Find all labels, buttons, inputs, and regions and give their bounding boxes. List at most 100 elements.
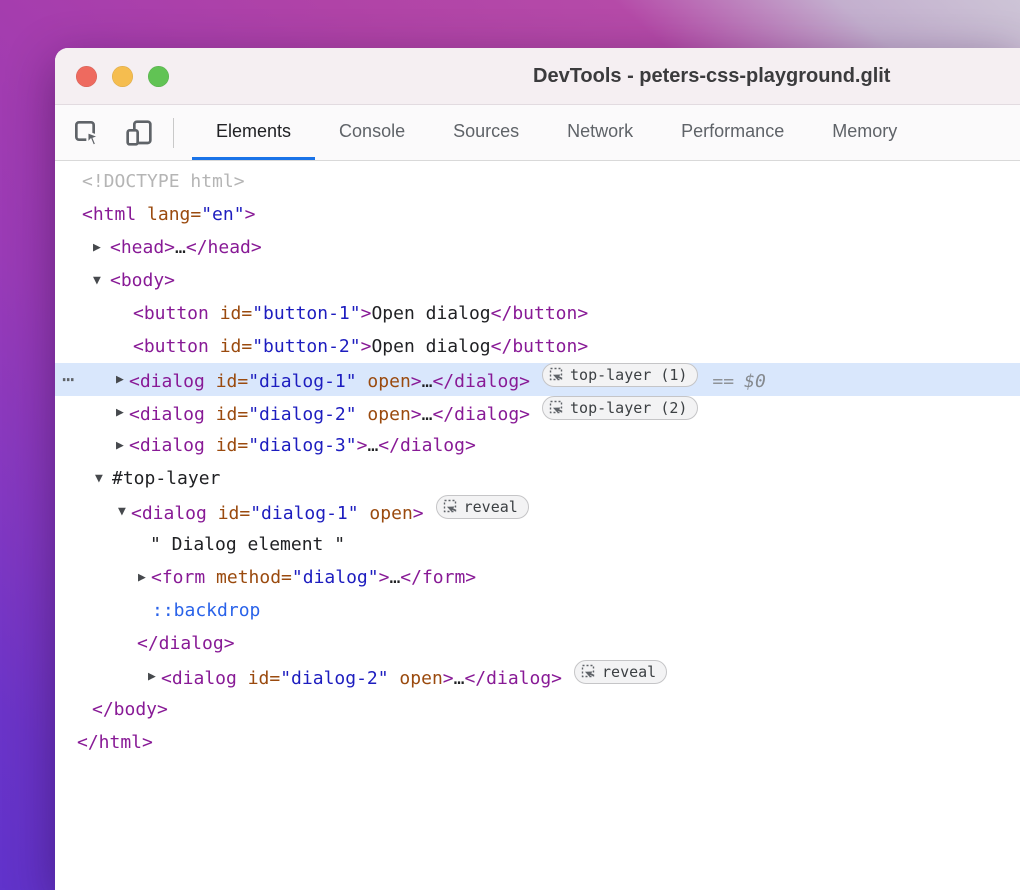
code-segment: "button-1": [252, 303, 360, 324]
code-segment: id=: [216, 404, 249, 425]
code-segment: >: [245, 204, 256, 225]
row-dialog-1-close[interactable]: </dialog>: [55, 627, 1020, 660]
row-form[interactable]: ▶<form method="dialog">…</form>: [55, 561, 1020, 594]
code-segment: </dialog>: [432, 404, 530, 425]
row-dialog-3[interactable]: ▶<dialog id="dialog-3">…</dialog>: [55, 429, 1020, 462]
close-button[interactable]: [76, 66, 97, 87]
code-segment: id=: [216, 371, 249, 392]
minimize-button[interactable]: [112, 66, 133, 87]
code-segment: </dialog>: [378, 435, 476, 456]
more-actions-icon[interactable]: ⋯: [62, 363, 73, 396]
row-button-1[interactable]: <button id="button-1">Open dialog</butto…: [55, 297, 1020, 330]
row-html-close[interactable]: </html>: [55, 726, 1020, 759]
code-segment: <dialog: [161, 668, 248, 689]
code-segment: >: [411, 371, 422, 392]
expand-arrow-icon[interactable]: ▶: [116, 396, 124, 429]
collapse-arrow-icon[interactable]: ▼: [118, 495, 126, 528]
reveal-icon: [580, 663, 598, 681]
code-segment: <dialog: [129, 371, 216, 392]
expand-arrow-icon[interactable]: ▶: [116, 429, 124, 462]
code-segment: method=: [216, 567, 292, 588]
code-segment: </dialog>: [137, 633, 235, 654]
row-toplayer-dialog-1[interactable]: ▼<dialog id="dialog-1" open>reveal: [55, 495, 1020, 528]
row-html-open[interactable]: <html lang="en">: [55, 198, 1020, 231]
code-segment: …: [175, 237, 186, 258]
collapse-arrow-icon[interactable]: ▼: [93, 264, 101, 297]
zoom-button[interactable]: [148, 66, 169, 87]
code-segment: <!DOCTYPE html>: [82, 171, 245, 192]
row-body-open[interactable]: ▼<body>: [55, 264, 1020, 297]
code-segment: …: [422, 371, 433, 392]
code-segment: …: [422, 404, 433, 425]
expand-arrow-icon[interactable]: ▶: [138, 561, 146, 594]
code-segment: <html: [82, 204, 147, 225]
collapse-arrow-icon[interactable]: ▼: [95, 462, 103, 495]
code-segment: "dialog-2": [248, 404, 356, 425]
tab-console[interactable]: Console: [315, 105, 429, 160]
reveal-icon: [548, 399, 566, 417]
row-toplayer-dialog-2[interactable]: ▶<dialog id="dialog-2" open>…</dialog>re…: [55, 660, 1020, 693]
code-segment: …: [367, 435, 378, 456]
code-segment: …: [454, 668, 465, 689]
window-titlebar[interactable]: DevTools - peters-css-playground.glit: [55, 48, 1020, 105]
code-segment: </button>: [491, 303, 589, 324]
code-segment: <button: [133, 303, 220, 324]
row-dialog-2[interactable]: ▶<dialog id="dialog-2" open>…</dialog>to…: [55, 396, 1020, 429]
traffic-lights: [76, 66, 169, 87]
code-segment: <button: [133, 336, 220, 357]
code-segment: "dialog": [292, 567, 379, 588]
code-segment: ::backdrop: [152, 600, 260, 621]
code-segment: lang=: [147, 204, 201, 225]
code-segment: >: [357, 435, 368, 456]
tab-elements[interactable]: Elements: [192, 105, 315, 160]
row-backdrop[interactable]: ::backdrop: [55, 594, 1020, 627]
code-segment: </dialog>: [432, 371, 530, 392]
code-segment: Open dialog: [371, 336, 490, 357]
adorner-badge[interactable]: reveal: [574, 660, 667, 684]
code-segment: <form: [151, 567, 216, 588]
row-doctype[interactable]: <!DOCTYPE html>: [55, 165, 1020, 198]
code-segment: id=: [218, 503, 251, 524]
expand-arrow-icon[interactable]: ▶: [116, 363, 124, 396]
code-segment: open: [357, 371, 411, 392]
adorner-badge[interactable]: top-layer (1): [542, 363, 698, 387]
adorner-badge[interactable]: reveal: [436, 495, 529, 519]
row-button-2[interactable]: <button id="button-2">Open dialog</butto…: [55, 330, 1020, 363]
code-segment: id=: [220, 336, 253, 357]
badge-label: reveal: [464, 496, 518, 518]
code-segment: </dialog>: [464, 668, 562, 689]
code-segment: "dialog-1": [248, 371, 356, 392]
code-segment: >: [379, 567, 390, 588]
expand-arrow-icon[interactable]: ▶: [93, 231, 101, 264]
row-dialog-text[interactable]: " Dialog element ": [55, 528, 1020, 561]
tab-performance[interactable]: Performance: [657, 105, 808, 160]
expand-arrow-icon[interactable]: ▶: [148, 660, 156, 693]
devtools-tabbar: ElementsConsoleSourcesNetworkPerformance…: [55, 105, 1020, 161]
code-segment: >: [443, 668, 454, 689]
row-dialog-1[interactable]: ⋯ ▶<dialog id="dialog-1" open>…</dialog> t…: [55, 363, 1020, 396]
badge-label: reveal: [602, 661, 656, 683]
tab-network[interactable]: Network: [543, 105, 657, 160]
code-segment: id=: [220, 303, 253, 324]
code-segment: >: [361, 336, 372, 357]
row-head[interactable]: ▶<head>…</head>: [55, 231, 1020, 264]
code-segment: "dialog-2": [280, 668, 388, 689]
tab-sources[interactable]: Sources: [429, 105, 543, 160]
row-body-close[interactable]: </body>: [55, 693, 1020, 726]
code-segment: >: [413, 503, 424, 524]
code-segment: "en": [201, 204, 244, 225]
inspect-element-icon[interactable]: [69, 115, 105, 151]
row-top-layer[interactable]: ▼#top-layer: [55, 462, 1020, 495]
reveal-icon: [548, 366, 566, 384]
panel-tabs: ElementsConsoleSourcesNetworkPerformance…: [192, 105, 921, 160]
code-segment: "button-2": [252, 336, 360, 357]
code-segment: open: [389, 668, 443, 689]
device-toolbar-icon[interactable]: [121, 115, 157, 151]
toolbar-icons: [69, 105, 157, 160]
tab-memory[interactable]: Memory: [808, 105, 921, 160]
code-segment: </body>: [92, 699, 168, 720]
code-segment: open: [357, 404, 411, 425]
devtools-window: DevTools - peters-css-playground.glit El…: [55, 48, 1020, 890]
code-segment: <dialog: [131, 503, 218, 524]
adorner-badge[interactable]: top-layer (2): [542, 396, 698, 420]
